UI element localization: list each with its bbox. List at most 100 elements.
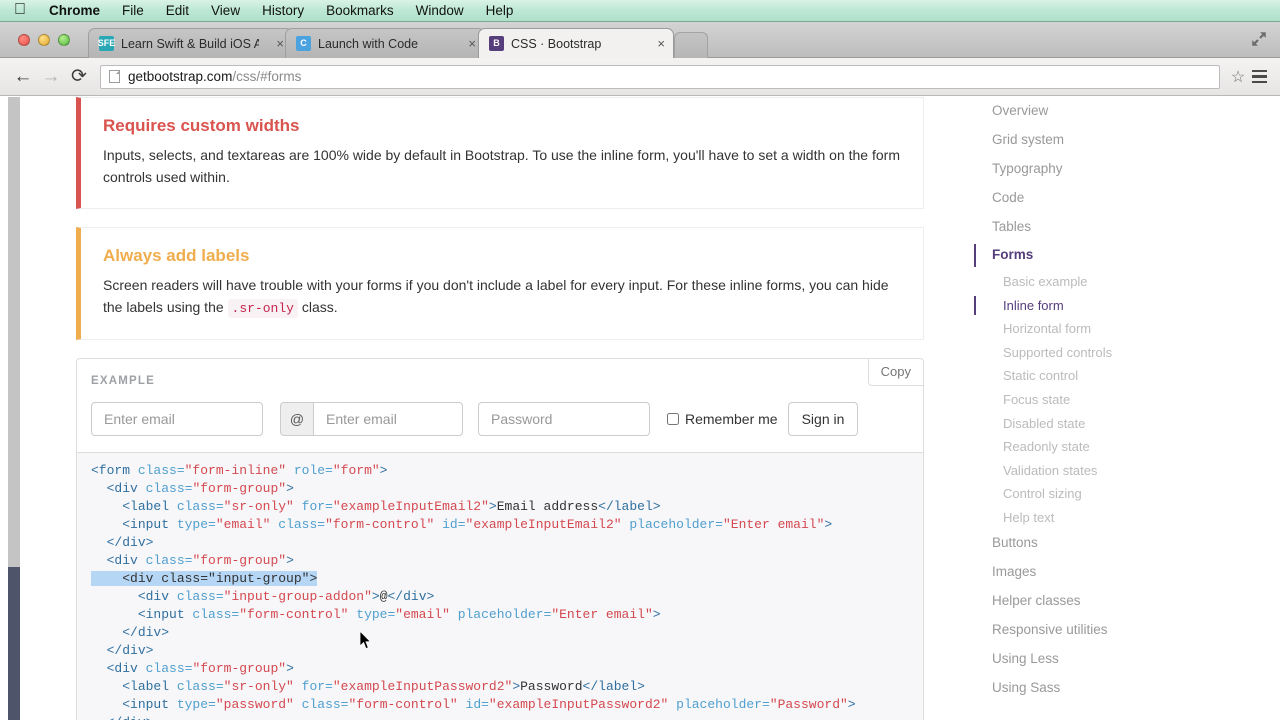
sidebar-item-label: Basic example [1003, 274, 1088, 290]
zoom-window-button[interactable] [58, 34, 70, 46]
menubar-item-window[interactable]: Window [405, 3, 475, 18]
sidebar-item-supported-controls[interactable]: Supported controls [974, 341, 1234, 365]
code-token: > [286, 553, 294, 569]
sign-in-button[interactable]: Sign in [787, 402, 859, 437]
sidebar-item-back-to-top[interactable]: Back to top [974, 714, 1234, 720]
page-viewport: Requires custom widths Inputs, selects, … [0, 97, 1280, 720]
reload-button[interactable]: ⟳ [66, 64, 92, 90]
sidebar-item-label: Inline form [1003, 297, 1064, 313]
sidebar-item-overview[interactable]: Overview [974, 97, 1234, 126]
code-snippet-block[interactable]: <form class="form-inline" role="form"> <… [76, 453, 924, 720]
menubar-item-help[interactable]: Help [475, 3, 525, 18]
sidebar-item-responsive-utilities[interactable]: Responsive utilities [974, 616, 1234, 645]
sidebar-item-basic-example[interactable]: Basic example [974, 270, 1234, 294]
code-token: "Enter email" [722, 517, 825, 533]
sidebar-item-help-text[interactable]: Help text [974, 506, 1234, 530]
code-token: class= [278, 517, 326, 533]
sidebar-item-label: Tables [992, 218, 1032, 234]
menubar-item-view[interactable]: View [200, 3, 251, 18]
forward-button[interactable]: → [38, 64, 64, 90]
menubar-item-edit[interactable]: Edit [155, 3, 200, 18]
code-token: </div> [91, 643, 154, 659]
code-token: > [371, 589, 380, 605]
sidebar-item-focus-state[interactable]: Focus state [974, 388, 1234, 412]
code-token: "form-group" [192, 553, 287, 569]
browser-toolbar: ← → ⟳ getbootstrap.com/css/#forms ☆ [0, 58, 1280, 96]
menubar-item-file[interactable]: File [111, 3, 155, 18]
close-window-button[interactable] [18, 34, 30, 46]
code-line: <input type="password" class="form-contr… [91, 697, 856, 713]
fullscreen-expand-icon[interactable] [1250, 30, 1268, 48]
email-input-1[interactable]: Enter email [91, 402, 263, 437]
code-token: > [488, 499, 497, 515]
callout-always-add-labels: Always add labels Screen readers will ha… [76, 227, 924, 341]
sidebar-item-helper-classes[interactable]: Helper classes [974, 587, 1234, 616]
menubar-item-history[interactable]: History [251, 3, 315, 18]
sidebar-item-label: Code [992, 189, 1025, 205]
code-token: > [847, 697, 856, 713]
sidebar-item-horizontal-form[interactable]: Horizontal form [974, 317, 1234, 341]
address-bar[interactable]: getbootstrap.com/css/#forms [100, 64, 1220, 89]
code-line: <div class="form-group"> [91, 553, 294, 568]
tab-title: Launch with Code [318, 36, 419, 51]
sidebar-item-using-sass[interactable]: Using Sass [974, 674, 1234, 703]
code-token: "form-control" [239, 607, 357, 623]
callout-body: Screen readers will have trouble with yo… [103, 275, 901, 319]
sidebar-item-grid-system[interactable]: Grid system [974, 126, 1234, 155]
sidebar-item-label: Forms [992, 247, 1034, 263]
menubar-item-chrome[interactable]: Chrome [38, 3, 111, 18]
back-button[interactable]: ← [10, 64, 36, 90]
code-token: <label [91, 679, 177, 695]
tab-close-icon[interactable]: × [266, 37, 284, 50]
page-scrollbar-thumb[interactable] [8, 567, 20, 720]
password-input[interactable]: Password [478, 402, 650, 437]
sidebar-item-using-less[interactable]: Using Less [974, 645, 1234, 674]
code-line: <form class="form-inline" role="form"> [91, 463, 387, 478]
sidebar-item-label: Grid system [992, 131, 1065, 147]
code-token: > [652, 607, 661, 623]
minimize-window-button[interactable] [38, 34, 50, 46]
sidebar-item-validation-states[interactable]: Validation states [974, 459, 1234, 483]
remember-me-checkbox[interactable] [667, 413, 679, 426]
sidebar-item-label: Control sizing [1003, 486, 1082, 502]
page-scrollbar-track[interactable] [8, 97, 20, 567]
code-token: <div [91, 553, 146, 569]
url-host-text: getbootstrap.com [128, 69, 233, 84]
sidebar-item-code[interactable]: Code [974, 184, 1234, 213]
sidebar-item-static-control[interactable]: Static control [974, 364, 1234, 388]
browser-tab-3-active[interactable]: B CSS · Bootstrap × [478, 28, 674, 58]
apple-icon[interactable]:  [14, 1, 38, 20]
sidebar-item-label: Overview [992, 103, 1049, 118]
sidebar-item-images[interactable]: Images [974, 558, 1234, 587]
sidebar-item-typography[interactable]: Typography [974, 155, 1234, 184]
menubar-item-bookmarks[interactable]: Bookmarks [315, 3, 405, 18]
code-token: <input [91, 607, 193, 623]
code-token: "exampleInputPassword2" [488, 697, 677, 713]
code-token: class= [145, 553, 193, 569]
code-token: </div> [91, 535, 154, 551]
tab-close-icon[interactable]: × [647, 37, 665, 50]
code-line: </div> [91, 643, 154, 659]
sidebar-item-control-sizing[interactable]: Control sizing [974, 482, 1234, 506]
code-line: <div class="form-group"> [91, 481, 294, 496]
sidebar-item-buttons[interactable]: Buttons [974, 529, 1234, 558]
hamburger-menu-icon[interactable] [1248, 69, 1270, 84]
email-input-2[interactable]: Enter email [313, 402, 463, 437]
browser-tab-2[interactable]: C Launch with Code × [285, 28, 485, 58]
browser-tab-1[interactable]: SFE Learn Swift & Build iOS Ap × [88, 28, 293, 58]
code-token: <div class="input-group"> [91, 571, 318, 587]
callout-body-after: class. [297, 299, 338, 316]
copy-button[interactable]: Copy [867, 359, 923, 387]
tab-close-icon[interactable]: × [458, 37, 476, 50]
sidebar-item-readonly-state[interactable]: Readonly state [974, 435, 1234, 459]
code-token: role= [293, 463, 333, 479]
code-token: class= [145, 661, 193, 677]
remember-me-checkbox-group[interactable]: Remember me [667, 411, 778, 427]
code-token: "input-group-addon" [223, 589, 372, 605]
bookmark-star-icon[interactable]: ☆ [1228, 67, 1248, 87]
sidebar-item-tables[interactable]: Tables [974, 213, 1234, 242]
sidebar-item-forms[interactable]: Forms [974, 241, 1234, 270]
sidebar-item-inline-form[interactable]: Inline form [974, 294, 1234, 318]
new-tab-button[interactable] [674, 32, 708, 58]
sidebar-item-disabled-state[interactable]: Disabled state [974, 412, 1234, 436]
